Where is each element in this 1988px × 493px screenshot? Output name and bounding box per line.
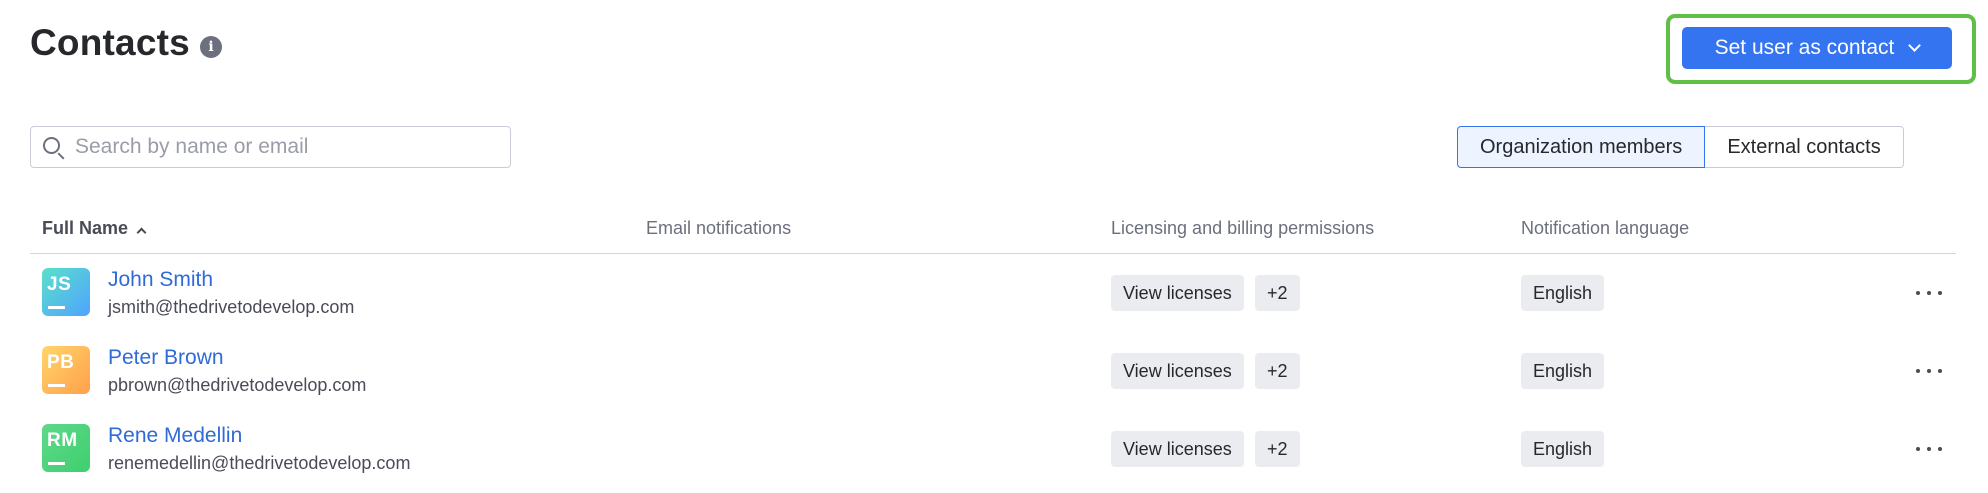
search-icon [43, 137, 60, 154]
search-box [30, 126, 511, 168]
avatar-initials: RM [47, 430, 78, 451]
permission-tag: View licenses [1111, 275, 1244, 311]
avatar: PB [42, 346, 90, 394]
column-header-email-notifications: Email notifications [646, 218, 792, 238]
language-tag: English [1521, 275, 1605, 311]
column-header-notification-language: Notification language [1521, 218, 1690, 238]
page-title: Contacts [30, 22, 190, 63]
language-tag: English [1521, 431, 1605, 467]
permission-more-badge[interactable]: +2 [1255, 353, 1300, 389]
contact-name-link[interactable]: Peter Brown [108, 346, 224, 370]
avatar: JS [42, 268, 90, 316]
set-user-as-contact-label: Set user as contact [1714, 36, 1895, 59]
sort-ascending-icon [136, 227, 147, 238]
info-icon[interactable]: i [200, 36, 222, 58]
table-row: PB Peter Brown pbrown@thedrivetodevelop.… [0, 336, 1988, 414]
table-row: RM Rene Medellin renemedellin@thedriveto… [0, 414, 1988, 492]
table-row: JS John Smith jsmith@thedrivetodevelop.c… [0, 258, 1988, 336]
avatar: RM [42, 424, 90, 472]
set-user-as-contact-button[interactable]: Set user as contact [1682, 27, 1952, 69]
tab-organization-members[interactable]: Organization members [1457, 126, 1706, 168]
search-input[interactable] [75, 135, 510, 159]
contact-email: pbrown@thedrivetodevelop.com [108, 375, 367, 395]
more-actions-icon[interactable] [1916, 436, 1942, 462]
language-tag: English [1521, 353, 1605, 389]
more-actions-icon[interactable] [1916, 358, 1942, 384]
column-header-full-name[interactable]: Full Name [42, 218, 147, 239]
contact-email: renemedellin@thedrivetodevelop.com [108, 453, 411, 473]
chevron-down-icon [1908, 39, 1922, 52]
avatar-bar [48, 384, 65, 387]
avatar-bar [48, 462, 65, 465]
avatar-initials: PB [47, 352, 75, 373]
column-header-full-name-label: Full Name [42, 218, 129, 238]
contact-email: jsmith@thedrivetodevelop.com [108, 297, 355, 317]
member-type-toggle: Organization members External contacts [1457, 126, 1904, 168]
contact-name-link[interactable]: John Smith [108, 268, 213, 292]
avatar-bar [48, 306, 65, 309]
tab-external-contacts[interactable]: External contacts [1705, 126, 1904, 168]
permission-more-badge[interactable]: +2 [1255, 431, 1300, 467]
column-header-licensing-permissions: Licensing and billing permissions [1111, 218, 1375, 238]
permission-more-badge[interactable]: +2 [1255, 275, 1300, 311]
contact-name-link[interactable]: Rene Medellin [108, 424, 242, 448]
table-header-divider [30, 253, 1956, 254]
permission-tag: View licenses [1111, 353, 1244, 389]
avatar-initials: JS [47, 274, 72, 295]
more-actions-icon[interactable] [1916, 280, 1942, 306]
permission-tag: View licenses [1111, 431, 1244, 467]
